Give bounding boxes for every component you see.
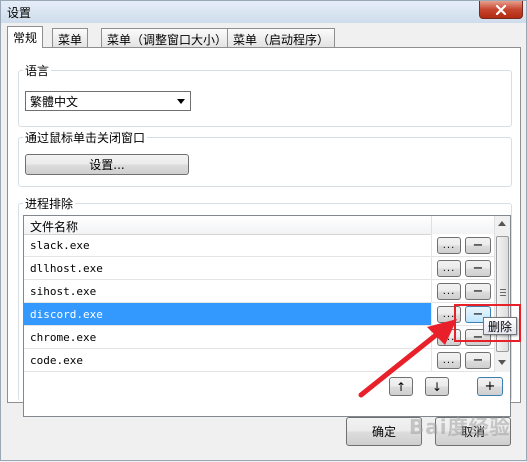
watermark: Bai度经验 — [409, 415, 511, 439]
settings-window: 设置 常规 菜单 菜单（调整窗口大小） 菜单（启动程序） 语言 繁體中文 通过鼠… — [0, 0, 527, 461]
tab-general[interactable]: 常规 — [7, 26, 44, 48]
annotation-arrow-icon — [358, 319, 457, 398]
